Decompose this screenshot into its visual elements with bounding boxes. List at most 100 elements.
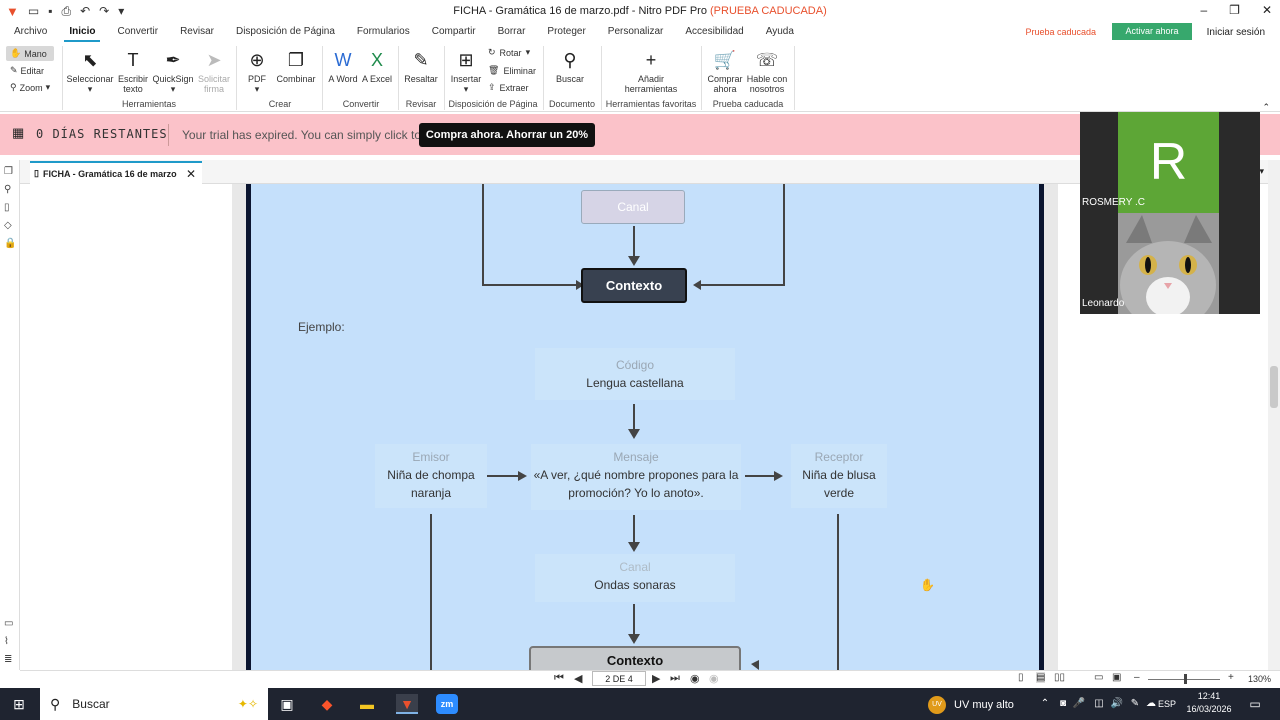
last-page-icon[interactable]: ⏭ — [670, 672, 680, 685]
highlight-button[interactable]: ✎ Resaltar — [402, 48, 440, 84]
menu-personalizar[interactable]: Personalizar — [597, 22, 675, 42]
single-page-icon[interactable]: ▯ — [1018, 672, 1024, 683]
receiver-box: Receptor Niña de blusa verde — [791, 444, 887, 508]
menu-accesibilidad[interactable]: Accesibilidad — [674, 22, 754, 42]
task-view-icon[interactable]: ▣ — [276, 694, 298, 714]
mode-hand[interactable]: ✋ Mano — [6, 46, 54, 61]
close-icon[interactable]: ✕ — [1262, 3, 1272, 17]
quicksign-button[interactable]: ✒ QuickSign ▾ — [150, 48, 196, 94]
text-icon: T — [127, 50, 139, 70]
customize-toolbar-icon[interactable]: ▾ — [118, 4, 124, 18]
save-icon[interactable]: ▪ — [48, 4, 52, 18]
menu-compartir[interactable]: Compartir — [421, 22, 487, 42]
tab-menu-icon[interactable]: ▾ — [1259, 166, 1264, 177]
zoom-app-icon[interactable]: zm — [436, 694, 458, 714]
to-excel-button[interactable]: XA Excel — [362, 48, 392, 84]
insert-button[interactable]: ⊞ Insertar ▾ — [448, 48, 484, 94]
talk-to-us-button[interactable]: ☏ Hable con nosotros — [744, 48, 790, 94]
zoom-in-icon[interactable]: + — [1228, 672, 1234, 683]
menu-formularios[interactable]: Formularios — [346, 22, 421, 42]
language-indicator[interactable]: ESP — [1158, 699, 1176, 709]
channel-box: Canal Ondas sonaras — [535, 554, 735, 602]
to-word-button[interactable]: WA Word — [328, 48, 358, 84]
search-panel-icon[interactable]: ⚲ — [4, 184, 11, 195]
left-rail: ❐ ⚲ ▯ ◇ 🔒 ▭ ⌇ ≣ — [0, 160, 20, 670]
add-tools-button[interactable]: + Añadir herramientas — [620, 48, 682, 94]
next-page-icon[interactable]: ▶ — [652, 672, 660, 685]
menu-convertir[interactable]: Convertir — [106, 22, 169, 42]
menu-proteger[interactable]: Proteger — [536, 22, 596, 42]
pdf-button[interactable]: ⊕ PDF ▾ — [242, 48, 272, 94]
activate-button[interactable]: Activar ahora — [1112, 23, 1192, 40]
restore-icon[interactable]: ❐ — [1229, 3, 1240, 17]
group-documento: Documento — [548, 99, 596, 109]
delete-button[interactable]: 🗑 Eliminar — [488, 65, 536, 76]
collapse-ribbon-icon[interactable]: ⌃ — [1262, 102, 1270, 113]
zoom-out-icon[interactable]: – — [1134, 672, 1140, 683]
close-tab-icon[interactable]: ✕ — [186, 167, 196, 181]
scroll-thumb[interactable] — [1270, 366, 1278, 408]
forward-view-icon[interactable]: ◉ — [709, 672, 719, 685]
zoom-slider-thumb[interactable] — [1184, 674, 1187, 684]
brave-browser-icon[interactable]: ◆ — [316, 694, 338, 714]
back-view-icon[interactable]: ◉ — [690, 672, 700, 685]
document-tab[interactable]: ▯ FICHA - Gramática 16 de marzo ✕ — [30, 161, 202, 184]
document-icon: ▯ — [34, 168, 39, 178]
present-icon[interactable]: ▭ — [1094, 672, 1103, 683]
vertical-scrollbar[interactable] — [1268, 160, 1280, 670]
request-sign-button[interactable]: ➤ Solicitar firma — [196, 48, 232, 94]
first-page-icon[interactable]: ⏮ — [554, 672, 564, 685]
combine-icon: ❐ — [287, 50, 305, 70]
combine-button[interactable]: ❐ Combinar — [274, 48, 318, 84]
file-explorer-icon[interactable]: ▬ — [356, 694, 378, 714]
print-icon[interactable]: ⎙ — [61, 4, 71, 19]
buy-now-button[interactable]: 🛒 Comprar ahora — [704, 48, 746, 94]
pages-icon[interactable]: ❐ — [4, 166, 13, 177]
continuous-icon[interactable]: ▤ — [1036, 672, 1046, 683]
rotate-button[interactable]: ↻ Rotar ▾ — [488, 47, 530, 58]
cat-image — [1118, 213, 1219, 314]
page-indicator[interactable]: 2 DE 4 — [592, 671, 646, 686]
buy-discount-button[interactable]: Compra ahora. Ahorrar un 20% — [419, 123, 595, 147]
windows-start-icon[interactable]: ⊞ — [8, 694, 30, 714]
bookmark-icon[interactable]: ▯ — [4, 202, 10, 213]
fit-icon[interactable]: ▣ — [1112, 672, 1121, 683]
undo-icon[interactable]: ↶ — [80, 4, 90, 18]
menu-inicio[interactable]: Inicio — [58, 22, 106, 42]
menu-borrar[interactable]: Borrar — [487, 22, 537, 42]
two-page-icon[interactable]: ▯▯ — [1054, 672, 1065, 683]
sender-box: Emisor Niña de chompa naranja — [375, 444, 487, 508]
taskbar-search[interactable]: ⚲ Buscar ✦✧ — [40, 688, 268, 720]
mic-icon[interactable]: 🎤 — [1068, 694, 1090, 714]
menu-revisar[interactable]: Revisar — [169, 22, 225, 42]
zoom-level: 130% — [1248, 674, 1272, 684]
signin-link[interactable]: Iniciar sesión — [1207, 27, 1265, 38]
write-text-button[interactable]: T Escribir texto — [116, 48, 150, 94]
redo-icon[interactable]: ↷ — [99, 4, 109, 18]
rotate-icon: ↻ — [488, 47, 496, 57]
mode-zoom[interactable]: ⚲ Zoom ▾ — [6, 80, 54, 95]
extract-button[interactable]: ⇪ Extraer — [488, 82, 529, 93]
comment-icon[interactable]: ▭ — [4, 618, 13, 629]
open-folder-icon[interactable]: ▭ — [28, 4, 39, 18]
minimize-icon[interactable]: – — [1200, 3, 1207, 17]
menu-ayuda[interactable]: Ayuda — [755, 22, 805, 42]
trial-status: Prueba caducada — [1025, 27, 1096, 37]
mode-edit[interactable]: ✎ Editar — [6, 63, 54, 78]
notifications-icon[interactable]: ▭ — [1244, 694, 1266, 714]
cursor-icon: ⬉ — [82, 50, 98, 70]
taskbar-clock[interactable]: 12:41 16/03/2026 — [1182, 690, 1236, 716]
weather-widget[interactable]: UV UV muy alto — [928, 696, 1014, 714]
select-button[interactable]: ⬉ Seleccionar ▾ — [66, 48, 114, 94]
search-button[interactable]: ⚲ Buscar — [550, 48, 590, 84]
menu-archivo[interactable]: Archivo — [0, 22, 58, 42]
attachment-icon[interactable]: ⌇ — [4, 636, 9, 647]
group-favoritas: Herramientas favoritas — [605, 99, 697, 109]
nitro-taskbar-icon[interactable]: ▼ — [396, 694, 418, 714]
prev-page-icon[interactable]: ◀ — [574, 672, 582, 685]
tag-icon[interactable]: ◇ — [4, 220, 12, 231]
lock-icon[interactable]: 🔒 — [4, 238, 16, 249]
fields-icon[interactable]: ≣ — [4, 654, 12, 665]
nitro-logo-icon: ▼ — [6, 3, 19, 19]
menu-disposicion[interactable]: Disposición de Página — [225, 22, 346, 42]
